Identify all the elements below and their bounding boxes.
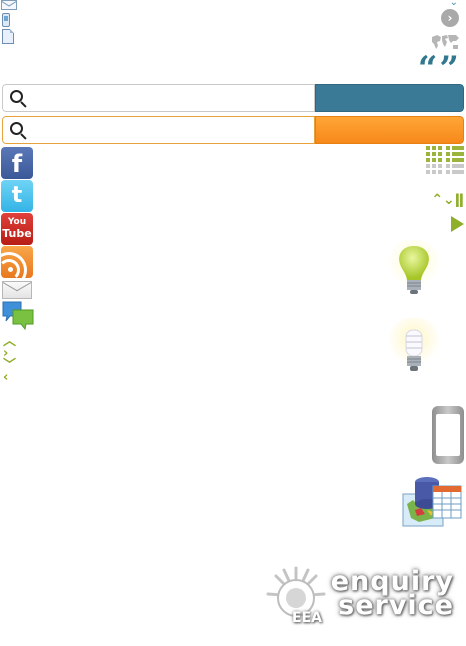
data-table-icon (401, 474, 463, 532)
chevron-down-icon: ⌄ (449, 0, 458, 8)
facebook-icon[interactable]: f (1, 147, 33, 179)
phone-icon[interactable] (2, 13, 10, 27)
search-icon (10, 122, 23, 135)
youtube-label-top: You (7, 217, 27, 227)
search-bar-secondary (2, 116, 464, 144)
search-input-secondary[interactable] (2, 116, 315, 144)
collapse-expand-icon[interactable]: ⌃⌄ǁ (431, 192, 464, 208)
quote-icon: “” (417, 49, 461, 89)
play-icon[interactable] (451, 216, 464, 232)
twitter-icon[interactable]: t (1, 180, 33, 212)
logo-org-eea: EEA (292, 610, 322, 626)
logo-line-service: service (338, 590, 454, 621)
email-icon[interactable] (2, 281, 32, 299)
circle-arrow-icon[interactable]: › (441, 9, 459, 27)
youtube-icon[interactable]: You Tube (1, 213, 33, 245)
search-icon (10, 90, 23, 103)
search-button-secondary[interactable] (315, 116, 464, 144)
search-button[interactable] (315, 84, 464, 112)
lightbulb-on-icon (386, 239, 442, 306)
mobile-device-icon (432, 406, 464, 464)
eea-enquiry-service-logo[interactable]: enquiry service EEA (264, 558, 454, 634)
document-icon[interactable] (2, 29, 14, 44)
view-grid-icon[interactable] (426, 146, 464, 184)
search-bar-primary (2, 84, 464, 112)
youtube-label-bottom: Tube (2, 227, 32, 240)
chevron-left-icon[interactable]: ‹ (3, 371, 8, 384)
chat-icon[interactable] (2, 300, 34, 334)
mail-icon[interactable] (1, 0, 17, 10)
lightbulb-cfl-icon (386, 317, 442, 384)
search-input[interactable] (2, 84, 315, 112)
rss-icon[interactable] (1, 246, 33, 278)
